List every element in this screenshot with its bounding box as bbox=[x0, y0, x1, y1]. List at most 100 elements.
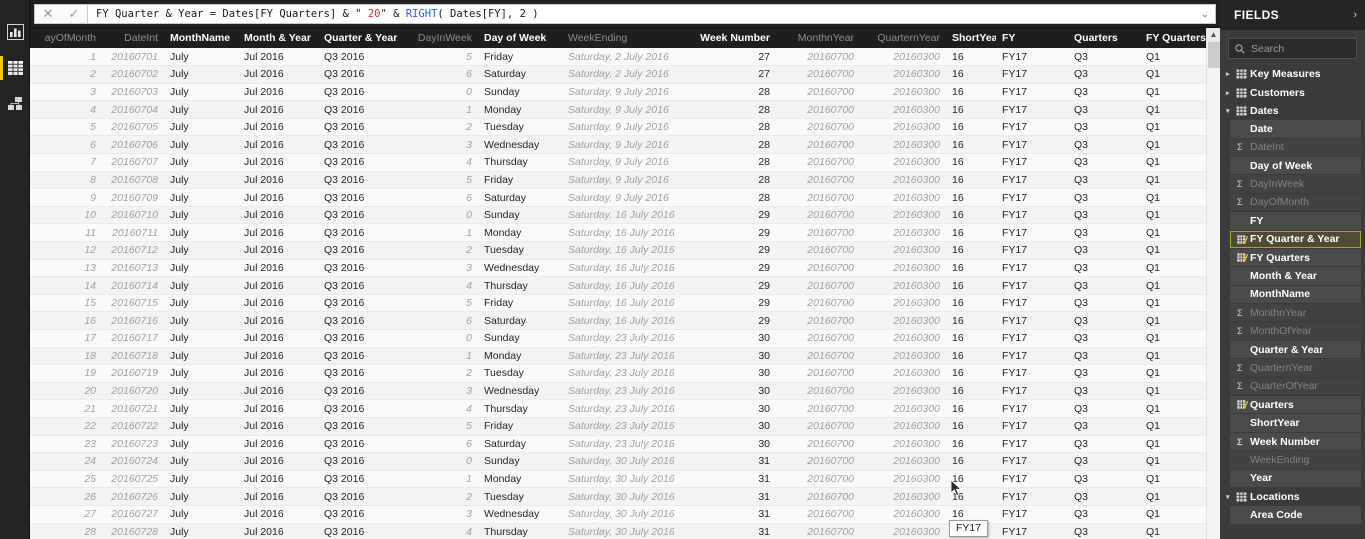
cell-month-n-year[interactable]: 20160700 bbox=[776, 48, 860, 67]
cell-week-ending[interactable]: Saturday, 23 July 2016 bbox=[562, 382, 686, 401]
cell-month-n-year[interactable]: 20160700 bbox=[776, 505, 860, 524]
cell-quarter-year[interactable]: Q3 2016 bbox=[318, 118, 404, 137]
cell-day-of-week[interactable]: Thursday bbox=[478, 523, 562, 539]
cell-quarters[interactable]: Q3 bbox=[1068, 417, 1140, 436]
cell-quarter-n-year[interactable]: 20160300 bbox=[860, 452, 946, 471]
cell-week-ending[interactable]: Saturday, 23 July 2016 bbox=[562, 399, 686, 418]
cell-month-n-year[interactable]: 20160700 bbox=[776, 100, 860, 119]
cell-day-of-week[interactable]: Tuesday bbox=[478, 118, 562, 137]
cell-day-in-week[interactable]: 6 bbox=[404, 65, 478, 84]
cell-week-number[interactable]: 28 bbox=[686, 118, 776, 137]
column-header-fy-quarters[interactable]: FY Quarters bbox=[1140, 28, 1210, 48]
cell-week-ending[interactable]: Saturday, 16 July 2016 bbox=[562, 206, 686, 225]
cell-quarters[interactable]: Q3 bbox=[1068, 135, 1140, 155]
cell-day-of-month[interactable]: 17 bbox=[30, 329, 102, 348]
cell-quarter-year[interactable]: Q3 2016 bbox=[318, 311, 404, 330]
cell-month-year[interactable]: Jul 2016 bbox=[238, 435, 318, 454]
cell-fy[interactable]: FY17 bbox=[996, 259, 1068, 278]
cell-quarters[interactable]: Q3 bbox=[1068, 311, 1140, 330]
cell-quarter-year[interactable]: Q3 2016 bbox=[318, 100, 404, 119]
column-header-quarters[interactable]: Quarters bbox=[1068, 28, 1140, 48]
cell-day-of-week[interactable]: Tuesday bbox=[478, 241, 562, 260]
cell-date-int[interactable]: 20160722 bbox=[102, 417, 164, 436]
cell-quarter-n-year[interactable]: 20160300 bbox=[860, 118, 946, 137]
cell-day-of-month[interactable]: 13 bbox=[30, 259, 102, 278]
column-header-day-in-week[interactable]: DayInWeek bbox=[404, 28, 478, 48]
cell-date-int[interactable]: 20160710 bbox=[102, 206, 164, 225]
cell-fy-quarters[interactable]: Q1 bbox=[1140, 329, 1210, 348]
cell-week-number[interactable]: 30 bbox=[686, 435, 776, 454]
cell-fy-quarters[interactable]: Q1 bbox=[1140, 206, 1210, 225]
cell-month-year[interactable]: Jul 2016 bbox=[238, 188, 318, 207]
cell-week-number[interactable]: 29 bbox=[686, 276, 776, 295]
cell-quarter-n-year[interactable]: 20160300 bbox=[860, 153, 946, 172]
cell-day-of-week[interactable]: Monday bbox=[478, 100, 562, 119]
cell-short-year[interactable]: 16 bbox=[946, 223, 996, 243]
cell-fy[interactable]: FY17 bbox=[996, 171, 1068, 190]
cell-day-of-week[interactable]: Tuesday bbox=[478, 487, 562, 506]
cell-week-ending[interactable]: Saturday, 9 July 2016 bbox=[562, 83, 686, 102]
cell-day-of-month[interactable]: 28 bbox=[30, 523, 102, 539]
cell-day-of-month[interactable]: 5 bbox=[30, 118, 102, 137]
cell-week-ending[interactable]: Saturday, 9 July 2016 bbox=[562, 118, 686, 137]
cell-month-year[interactable]: Jul 2016 bbox=[238, 100, 318, 119]
cell-quarter-year[interactable]: Q3 2016 bbox=[318, 523, 404, 539]
cell-week-number[interactable]: 31 bbox=[686, 505, 776, 524]
cell-fy-quarters[interactable]: Q1 bbox=[1140, 223, 1210, 243]
cell-week-ending[interactable]: Saturday, 9 July 2016 bbox=[562, 100, 686, 119]
column-header-quarter-n-year[interactable]: QuarternYear bbox=[860, 28, 946, 48]
cell-month-name[interactable]: July bbox=[164, 347, 238, 366]
cell-quarters[interactable]: Q3 bbox=[1068, 505, 1140, 524]
cell-month-n-year[interactable]: 20160700 bbox=[776, 188, 860, 207]
fields-table-key-measures[interactable]: ▸ Key Measures bbox=[1220, 65, 1365, 83]
cell-day-in-week[interactable]: 3 bbox=[404, 259, 478, 278]
cell-week-ending[interactable]: Saturday, 16 July 2016 bbox=[562, 294, 686, 313]
cell-day-of-week[interactable]: Saturday bbox=[478, 311, 562, 330]
cell-day-in-week[interactable]: 0 bbox=[404, 452, 478, 471]
fields-field-weekending[interactable]: WeekEnding bbox=[1230, 451, 1361, 469]
cell-date-int[interactable]: 20160704 bbox=[102, 100, 164, 119]
cell-month-name[interactable]: July bbox=[164, 329, 238, 348]
cell-day-in-week[interactable]: 5 bbox=[404, 417, 478, 436]
table-row[interactable]: 10 20160710 July Jul 2016 Q3 2016 0 Sunday Satu… bbox=[30, 206, 1220, 225]
cell-date-int[interactable]: 20160709 bbox=[102, 188, 164, 207]
cell-fy-quarters[interactable]: Q1 bbox=[1140, 171, 1210, 190]
cell-fy[interactable]: FY17 bbox=[996, 223, 1068, 243]
table-row[interactable]: 6 20160706 July Jul 2016 Q3 2016 3 Wednesday Sa… bbox=[30, 135, 1220, 155]
cell-month-name[interactable]: July bbox=[164, 135, 238, 155]
cell-month-n-year[interactable]: 20160700 bbox=[776, 311, 860, 330]
cell-date-int[interactable]: 20160701 bbox=[102, 48, 164, 67]
cell-month-n-year[interactable]: 20160700 bbox=[776, 435, 860, 454]
cell-day-of-week[interactable]: Thursday bbox=[478, 153, 562, 172]
cell-short-year[interactable]: 16 bbox=[946, 241, 996, 260]
cell-month-name[interactable]: July bbox=[164, 118, 238, 137]
cell-quarter-n-year[interactable]: 20160300 bbox=[860, 65, 946, 84]
cell-fy[interactable]: FY17 bbox=[996, 452, 1068, 471]
cell-quarter-n-year[interactable]: 20160300 bbox=[860, 276, 946, 295]
cell-day-of-week[interactable]: Wednesday bbox=[478, 382, 562, 401]
cell-quarters[interactable]: Q3 bbox=[1068, 171, 1140, 190]
data-view-button[interactable] bbox=[0, 50, 30, 86]
cell-fy[interactable]: FY17 bbox=[996, 153, 1068, 172]
cell-day-of-month[interactable]: 16 bbox=[30, 311, 102, 330]
cell-week-ending[interactable]: Saturday, 9 July 2016 bbox=[562, 153, 686, 172]
cell-date-int[interactable]: 20160727 bbox=[102, 505, 164, 524]
cell-month-name[interactable]: July bbox=[164, 399, 238, 418]
cell-day-of-week[interactable]: Friday bbox=[478, 417, 562, 436]
cell-quarters[interactable]: Q3 bbox=[1068, 188, 1140, 207]
column-header-short-year[interactable]: ShortYear bbox=[946, 28, 996, 48]
cell-day-of-week[interactable]: Friday bbox=[478, 48, 562, 67]
fields-field-area-code[interactable]: Area Code bbox=[1230, 506, 1361, 524]
cell-quarters[interactable]: Q3 bbox=[1068, 329, 1140, 348]
cell-quarter-year[interactable]: Q3 2016 bbox=[318, 435, 404, 454]
cell-month-year[interactable]: Jul 2016 bbox=[238, 259, 318, 278]
cell-short-year[interactable]: 16 bbox=[946, 153, 996, 172]
cell-fy[interactable]: FY17 bbox=[996, 417, 1068, 436]
cell-month-n-year[interactable]: 20160700 bbox=[776, 65, 860, 84]
cell-short-year[interactable]: 16 bbox=[946, 347, 996, 366]
cell-day-of-week[interactable]: Wednesday bbox=[478, 135, 562, 155]
cell-week-number[interactable]: 30 bbox=[686, 329, 776, 348]
cell-fy[interactable]: FY17 bbox=[996, 487, 1068, 506]
table-row[interactable]: 27 20160727 July Jul 2016 Q3 2016 3 Wednesday S… bbox=[30, 505, 1220, 524]
cell-date-int[interactable]: 20160712 bbox=[102, 241, 164, 260]
